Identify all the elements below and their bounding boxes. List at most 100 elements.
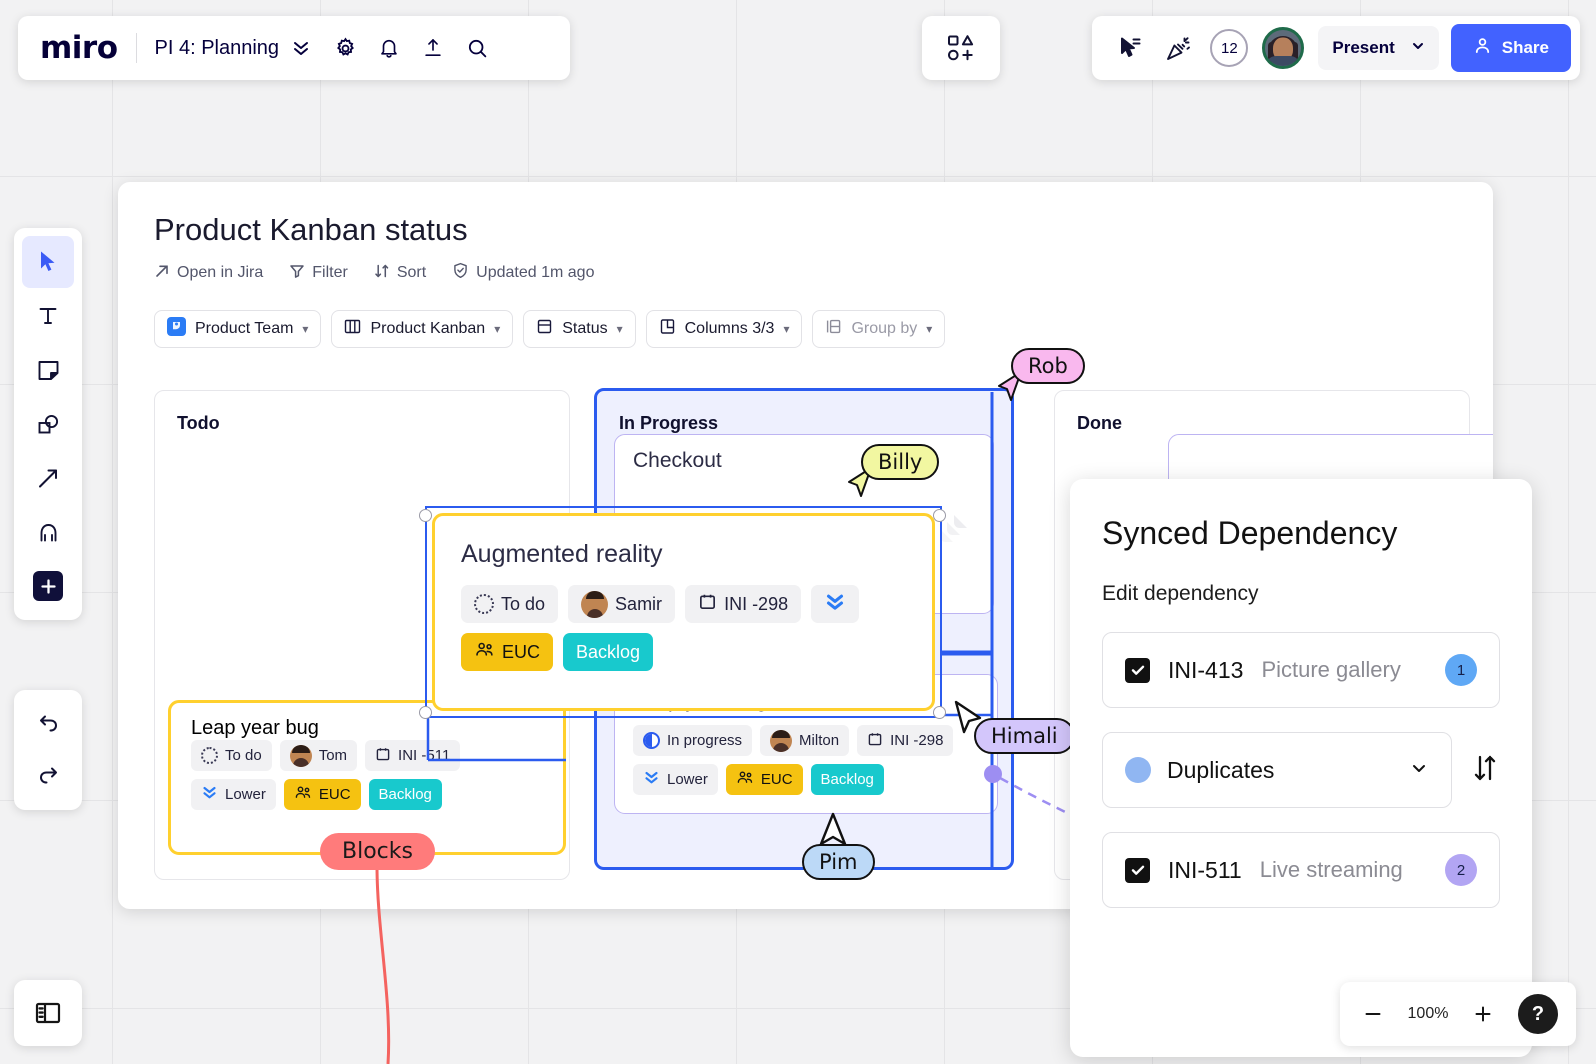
chevron-down-icon[interactable]: [1411, 38, 1425, 58]
share-button[interactable]: Share: [1451, 24, 1571, 72]
dependency-target-row[interactable]: INI-511 Live streaming 2: [1102, 832, 1500, 908]
chip-status[interactable]: Status ▾: [523, 310, 635, 348]
priority-tag[interactable]: [811, 585, 859, 623]
source-checkbox[interactable]: [1125, 658, 1150, 683]
zoom-level-label[interactable]: 100%: [1406, 1005, 1450, 1023]
group-icon: [825, 318, 842, 340]
dependency-source-row[interactable]: INI-413 Picture gallery 1: [1102, 632, 1500, 708]
chip-product-team[interactable]: Product Team ▾: [154, 310, 321, 348]
shapes-tool[interactable]: [22, 398, 74, 450]
text-tool[interactable]: [22, 290, 74, 342]
cursor-chat-icon[interactable]: [1108, 26, 1152, 70]
search-icon[interactable]: [455, 26, 499, 70]
chip-group-by[interactable]: Group by ▾: [812, 310, 945, 348]
todo-circle-icon: [201, 747, 218, 764]
synced-dependency-panel[interactable]: Synced Dependency Edit dependency INI-41…: [1070, 479, 1532, 1057]
sidebar-panel-toggle[interactable]: [14, 980, 82, 1046]
resize-handle-top-right[interactable]: [933, 509, 946, 522]
assignee-label: Milton: [799, 732, 839, 749]
connector-anchor-dot[interactable]: [984, 765, 1002, 783]
connector-tool[interactable]: [22, 452, 74, 504]
resize-handle-top-left[interactable]: [419, 509, 432, 522]
assignee-tag[interactable]: Samir: [568, 585, 675, 623]
bell-icon[interactable]: [367, 26, 411, 70]
chip-columns[interactable]: Columns 3/3 ▾: [646, 310, 803, 348]
team-label: EUC: [319, 786, 351, 803]
cursor-label-rob: Rob: [1011, 348, 1085, 384]
card-tags-row-1: To do Tom INI -511: [191, 740, 543, 771]
card-tags-row-2: Lower EUC Backlog: [191, 779, 543, 810]
open-in-jira-action[interactable]: Open in Jira: [154, 263, 263, 284]
chip-group-by-label: Group by: [851, 320, 917, 338]
sprint-tag[interactable]: Backlog: [369, 779, 442, 810]
sticky-note-tool[interactable]: [22, 344, 74, 396]
avatar[interactable]: [1262, 27, 1304, 69]
chip-product-team-label: Product Team: [195, 320, 293, 338]
present-button[interactable]: Present: [1318, 26, 1438, 70]
upload-icon[interactable]: [411, 26, 455, 70]
source-badge: 1: [1445, 654, 1477, 686]
party-popper-icon[interactable]: [1156, 26, 1200, 70]
card-tags-row-2: Lower EUC Backlog: [633, 764, 979, 795]
board-columns-icon: [344, 318, 361, 340]
cursor-pim: Pim: [818, 812, 848, 853]
column-title: Done: [1077, 413, 1122, 434]
chevron-double-down-icon: [643, 769, 660, 790]
assignee-tag[interactable]: Tom: [280, 740, 357, 771]
resize-handle-bottom-left[interactable]: [419, 706, 432, 719]
swap-vertical-icon[interactable]: [1470, 753, 1500, 788]
status-tag[interactable]: To do: [461, 585, 558, 623]
team-tag[interactable]: EUC: [284, 779, 361, 810]
updated-label: Updated 1m ago: [476, 264, 594, 282]
select-tool[interactable]: [22, 236, 74, 288]
resize-handle-bottom-right[interactable]: [933, 706, 946, 719]
team-tag[interactable]: EUC: [726, 764, 803, 795]
sprint-tag[interactable]: Backlog: [563, 633, 653, 671]
shapes-icon: [36, 412, 61, 437]
issue-key-tag[interactable]: INI -511: [365, 740, 460, 771]
status-tag[interactable]: To do: [191, 740, 272, 771]
help-button[interactable]: ?: [1518, 994, 1558, 1034]
jira-card-leap-year-bug-todo[interactable]: Leap year bug To do Tom INI -511: [168, 700, 566, 855]
chevron-double-down-icon[interactable]: [279, 26, 323, 70]
status-tag[interactable]: In progress: [633, 725, 752, 756]
pen-tool[interactable]: [22, 506, 74, 558]
plus-icon: [40, 578, 57, 595]
chevron-down-icon: ▾: [617, 322, 623, 336]
gear-icon[interactable]: [323, 26, 367, 70]
miro-logo[interactable]: miro: [40, 33, 118, 64]
avatar: [770, 730, 792, 752]
sort-icon: [374, 263, 390, 284]
assignee-tag[interactable]: Milton: [760, 725, 849, 756]
priority-tag[interactable]: Lower: [191, 779, 276, 810]
jira-card-augmented-reality[interactable]: Augmented reality To do Samir INI -298: [432, 513, 935, 711]
board-title[interactable]: PI 4: Planning: [155, 37, 280, 60]
priority-tag[interactable]: Lower: [633, 764, 718, 795]
zoom-in-button[interactable]: [1468, 999, 1498, 1029]
participants-count[interactable]: 12: [1210, 29, 1248, 67]
shapes-add-button[interactable]: [922, 16, 1000, 80]
issue-key-tag[interactable]: INI -298: [685, 585, 801, 623]
filter-action[interactable]: Filter: [289, 263, 348, 284]
chip-columns-label: Columns 3/3: [685, 320, 775, 338]
sort-action[interactable]: Sort: [374, 263, 426, 284]
relation-select[interactable]: Duplicates: [1102, 732, 1452, 808]
zoom-out-button[interactable]: [1358, 999, 1388, 1029]
sprint-tag[interactable]: Backlog: [811, 764, 884, 795]
cursor-label-billy: Billy: [861, 444, 939, 480]
sprint-label: Backlog: [576, 642, 640, 663]
team-tag[interactable]: EUC: [461, 633, 553, 671]
redo-button[interactable]: [22, 750, 74, 802]
divider: [136, 33, 137, 63]
avatar: [290, 745, 312, 767]
connector-label-blocks[interactable]: Blocks: [320, 833, 435, 870]
arrow-icon: [36, 466, 61, 491]
sidebar-panel-icon: [33, 998, 63, 1028]
external-link-icon: [154, 263, 170, 284]
undo-button[interactable]: [22, 698, 74, 750]
issue-key-label: INI -298: [724, 594, 788, 615]
target-checkbox[interactable]: [1125, 858, 1150, 883]
chip-product-kanban[interactable]: Product Kanban ▾: [331, 310, 513, 348]
more-apps-tool[interactable]: [22, 560, 74, 612]
issue-key-tag[interactable]: INI -298: [857, 725, 953, 756]
